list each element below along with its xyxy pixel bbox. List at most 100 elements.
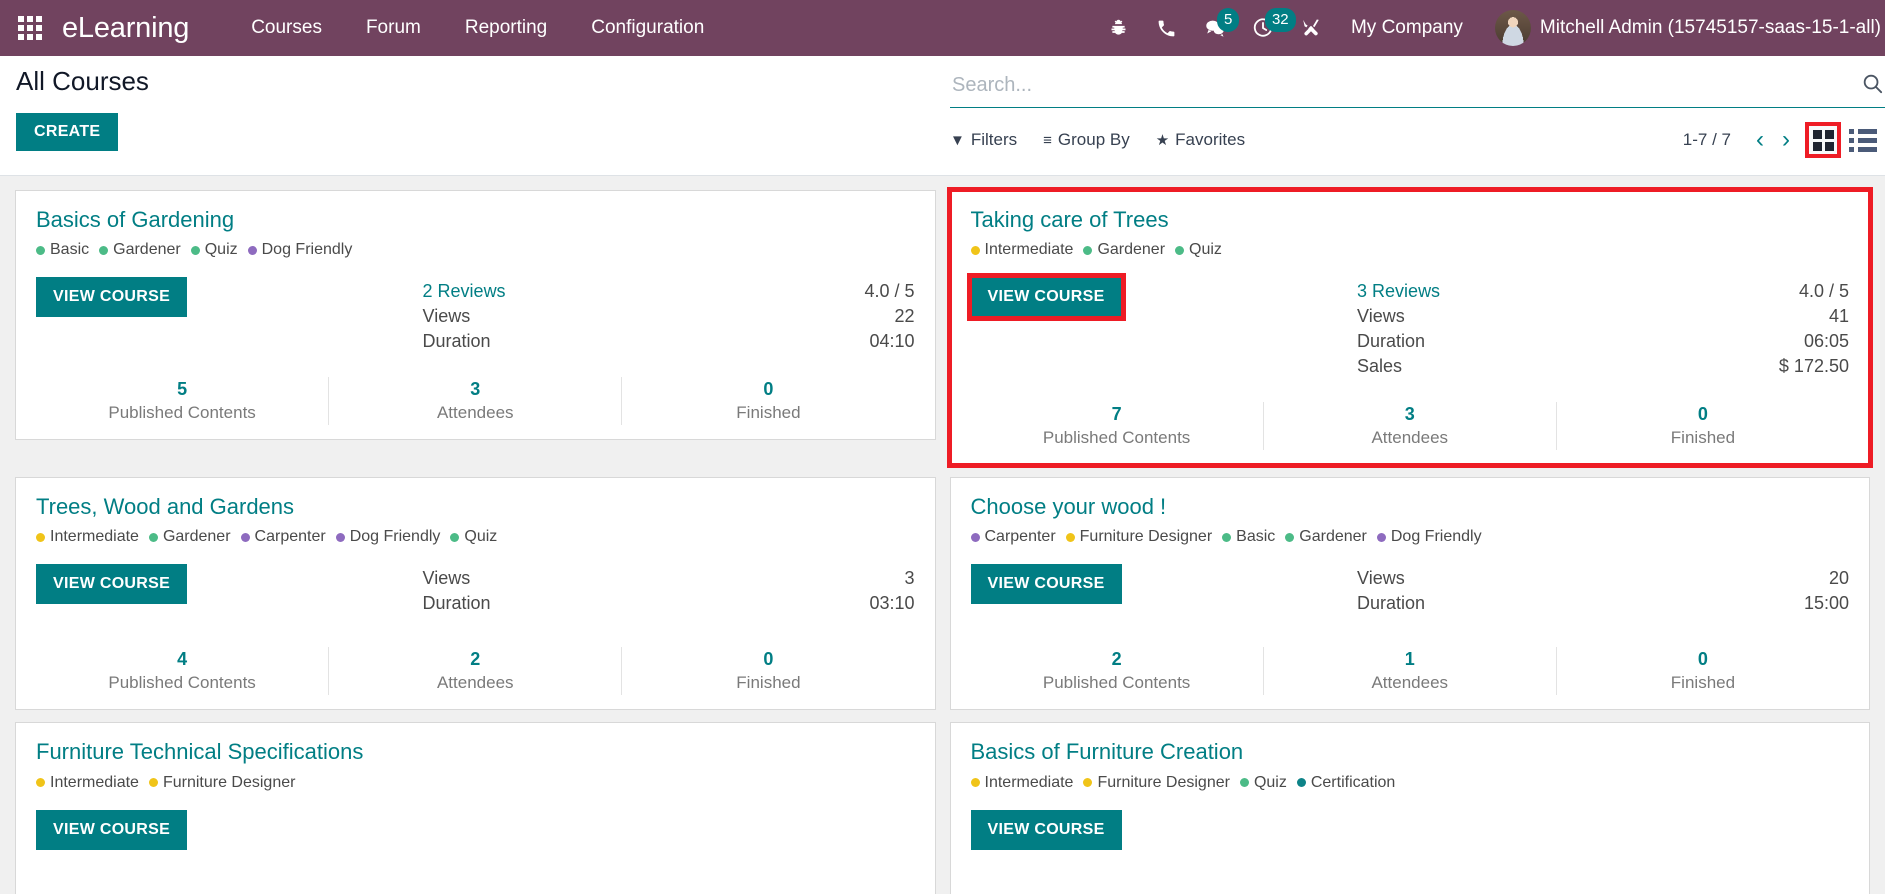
course-card-actions: VIEW COURSE: [36, 277, 423, 353]
view-course-button[interactable]: VIEW COURSE: [966, 273, 1126, 322]
company-switcher[interactable]: My Company: [1335, 17, 1479, 39]
course-card[interactable]: Choose your wood ! Carpenter Furniture Des…: [949, 476, 1870, 711]
group-by-dropdown[interactable]: ≡ Group By: [1043, 130, 1130, 150]
course-stat-label: Views: [422, 306, 471, 327]
create-button[interactable]: CREATE: [16, 113, 119, 152]
kanban-column-cell: Basics of Furniture Creation Intermediate…: [943, 716, 1878, 894]
course-footer-stat-label: Published Contents: [1042, 428, 1191, 447]
activities-clock-icon[interactable]: 32: [1239, 0, 1296, 56]
course-card[interactable]: Furniture Technical Specifications Interm…: [15, 722, 936, 894]
search-view[interactable]: [950, 70, 1885, 108]
kanban-column-cell: Basics of Gardening Basic Gardener Quiz Dog …: [8, 184, 943, 471]
course-footer-stat[interactable]: 5 Published Contents: [36, 377, 328, 425]
course-footer-stat[interactable]: 0 Finished: [621, 647, 914, 696]
course-footer-stat[interactable]: 0 Finished: [1555, 647, 1849, 696]
course-tag: Certification: [1296, 774, 1395, 792]
tag-label: Intermediate: [984, 241, 1074, 259]
list-view-button[interactable]: [1845, 122, 1881, 158]
course-tag: Gardener: [148, 528, 231, 546]
app-brand-title[interactable]: eLearning: [62, 12, 189, 45]
group-by-label: Group By: [1057, 130, 1130, 149]
kanban-icon: [1812, 129, 1834, 151]
tag-color-dot-icon: [36, 532, 45, 542]
pager-previous-button[interactable]: ‹: [1747, 128, 1773, 152]
filters-dropdown[interactable]: ▼ Filters: [950, 130, 1017, 150]
course-card[interactable]: Trees, Wood and Gardens Intermediate Garde…: [15, 476, 936, 711]
favorites-dropdown[interactable]: ★ Favorites: [1156, 130, 1245, 150]
course-card[interactable]: Taking care of Trees Intermediate Gardener…: [946, 187, 1873, 468]
view-course-button[interactable]: VIEW COURSE: [970, 809, 1122, 850]
search-input[interactable]: [950, 70, 1857, 103]
course-tags: Intermediate Gardener Quiz: [970, 241, 1850, 259]
course-footer-stat[interactable]: 0 Finished: [1555, 401, 1849, 450]
course-footer-stat[interactable]: 3 Attendees: [1262, 401, 1556, 450]
course-footer-stat-label: Published Contents: [108, 403, 256, 423]
kanban-column-cell: Taking care of Trees Intermediate Gardener…: [943, 184, 1878, 471]
course-stat-label: Views: [422, 568, 471, 589]
course-title[interactable]: Basics of Gardening: [36, 207, 915, 233]
course-footer-stat[interactable]: 0 Finished: [621, 376, 914, 425]
course-card[interactable]: Basics of Furniture Creation Intermediate…: [949, 722, 1870, 894]
tools-icon[interactable]: [1287, 0, 1335, 56]
course-card-actions: VIEW COURSE: [970, 564, 1358, 624]
nav-menu-forum[interactable]: Forum: [344, 0, 443, 56]
course-footer-stat[interactable]: 3 Attendees: [328, 376, 621, 425]
course-footer-stat-label: Finished: [1670, 673, 1736, 693]
tag-color-dot-icon: [1376, 532, 1386, 542]
course-title[interactable]: Taking care of Trees: [971, 207, 1850, 233]
view-course-button[interactable]: VIEW COURSE: [36, 809, 188, 850]
course-tags: Basic Gardener Quiz Dog Friendly: [36, 241, 915, 259]
course-title[interactable]: Choose your wood !: [971, 494, 1850, 520]
view-course-button[interactable]: VIEW COURSE: [36, 564, 188, 605]
course-stat-label[interactable]: 3 Reviews: [1357, 279, 1440, 304]
messages-icon[interactable]: 5: [1191, 0, 1240, 56]
course-stat-value: 03:10: [869, 593, 915, 614]
apps-grid-icon[interactable]: [8, 0, 52, 56]
view-course-button[interactable]: VIEW COURSE: [970, 564, 1122, 605]
course-footer-stat[interactable]: 7 Published Contents: [971, 402, 1263, 450]
group-by-icon: ≡: [1043, 131, 1052, 149]
nav-menu-configuration[interactable]: Configuration: [569, 0, 726, 56]
search-icon[interactable]: [1857, 72, 1885, 103]
course-tag: Gardener: [99, 241, 181, 259]
tag-label: Intermediate: [50, 773, 139, 791]
course-stat-value: 4.0 / 5: [1798, 281, 1849, 302]
course-title[interactable]: Trees, Wood and Gardens: [36, 494, 915, 520]
course-tag: Dog Friendly: [247, 241, 352, 259]
course-card[interactable]: Basics of Gardening Basic Gardener Quiz Dog …: [15, 190, 936, 440]
view-course-button[interactable]: VIEW COURSE: [36, 277, 188, 318]
pager-next-button[interactable]: ›: [1773, 128, 1799, 152]
course-footer-stat[interactable]: 1 Attendees: [1262, 647, 1556, 696]
course-stat-value: 22: [894, 306, 915, 327]
tag-label: Intermediate: [50, 528, 139, 546]
bug-icon[interactable]: [1095, 0, 1143, 56]
course-title[interactable]: Furniture Technical Specifications: [36, 739, 915, 765]
course-footer-stat[interactable]: 2 Attendees: [328, 647, 621, 696]
course-footer-stat[interactable]: 4 Published Contents: [36, 647, 328, 695]
tag-color-dot-icon: [970, 532, 980, 542]
user-menu[interactable]: Mitchell Admin (15745157-saas-15-1-all): [1540, 17, 1881, 39]
course-stat-label[interactable]: 2 Reviews: [423, 279, 506, 304]
avatar[interactable]: [1494, 10, 1531, 46]
course-title[interactable]: Basics of Furniture Creation: [971, 739, 1850, 765]
tag-label: Furniture Designer: [162, 773, 296, 791]
course-tag: Quiz: [1175, 241, 1222, 259]
nav-menu-reporting[interactable]: Reporting: [443, 0, 569, 56]
course-tag: Intermediate: [970, 774, 1073, 792]
kanban-view-button[interactable]: [1805, 122, 1841, 158]
tag-color-dot-icon: [1083, 245, 1093, 255]
course-stat-label: Duration: [1357, 331, 1426, 352]
course-stat-label: Duration: [422, 331, 491, 352]
course-card-footer: 4 Published Contents 2 Attendees 0 Finished: [36, 646, 915, 709]
phone-icon[interactable]: [1143, 0, 1191, 56]
course-tag: Dog Friendly: [1376, 528, 1482, 546]
tag-label: Basic: [50, 241, 90, 259]
course-footer-stat[interactable]: 2 Published Contents: [971, 647, 1263, 695]
course-card-footer: 7 Published Contents 3 Attendees 0 Finished: [971, 401, 1850, 464]
course-stats: [423, 810, 915, 870]
pager-count[interactable]: 1-7 / 7: [1683, 130, 1731, 150]
nav-menu-courses[interactable]: Courses: [229, 0, 344, 56]
course-tag: Dog Friendly: [335, 528, 440, 546]
tag-color-dot-icon: [36, 245, 45, 255]
course-stat-row: Views 41: [1357, 304, 1849, 329]
